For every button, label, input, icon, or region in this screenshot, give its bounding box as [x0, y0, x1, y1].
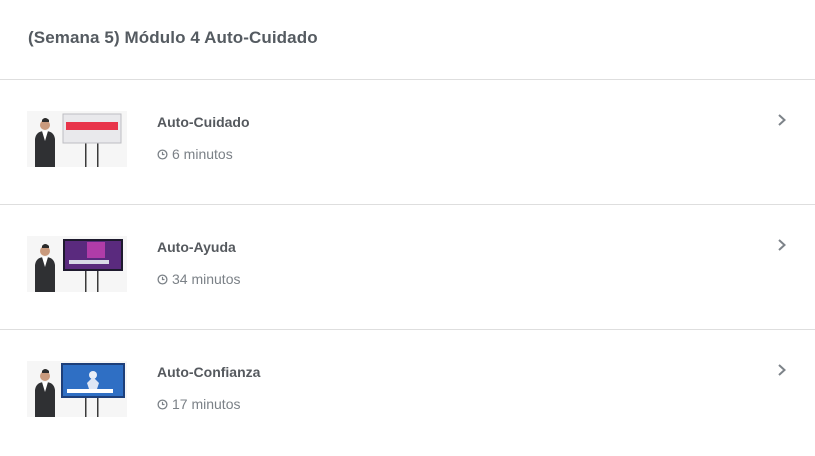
module-title: (Semana 5) Módulo 4 Auto-Cuidado	[28, 28, 318, 47]
module-header: (Semana 5) Módulo 4 Auto-Cuidado	[0, 0, 815, 80]
clock-icon	[157, 148, 168, 160]
chevron-right-icon[interactable]	[776, 113, 788, 127]
lesson-title[interactable]: Auto-Ayuda	[157, 239, 236, 255]
lesson-thumbnail[interactable]	[27, 111, 127, 167]
lesson-item-auto-confianza[interactable]: Auto-Confianza 17 minutos	[0, 330, 815, 455]
lesson-duration-text: 17 minutos	[172, 396, 241, 412]
clock-icon	[157, 398, 168, 410]
chevron-right-icon[interactable]	[776, 238, 788, 252]
lesson-title[interactable]: Auto-Confianza	[157, 364, 260, 380]
lesson-thumbnail[interactable]	[27, 361, 127, 417]
clock-icon	[157, 273, 168, 285]
lesson-item-auto-ayuda[interactable]: Auto-Ayuda 34 minutos	[0, 205, 815, 330]
lesson-thumbnail[interactable]	[27, 236, 127, 292]
lesson-item-auto-cuidado[interactable]: Auto-Cuidado 6 minutos	[0, 80, 815, 205]
lesson-duration: 17 minutos	[157, 396, 240, 412]
lesson-list: Auto-Cuidado 6 minutos Auto-Ayuda 34 min…	[0, 80, 815, 455]
lesson-duration: 34 minutos	[157, 271, 240, 287]
chevron-right-icon[interactable]	[776, 363, 788, 377]
lesson-title[interactable]: Auto-Cuidado	[157, 114, 250, 130]
lesson-duration-text: 34 minutos	[172, 271, 241, 287]
lesson-duration: 6 minutos	[157, 146, 233, 162]
lesson-duration-text: 6 minutos	[172, 146, 233, 162]
